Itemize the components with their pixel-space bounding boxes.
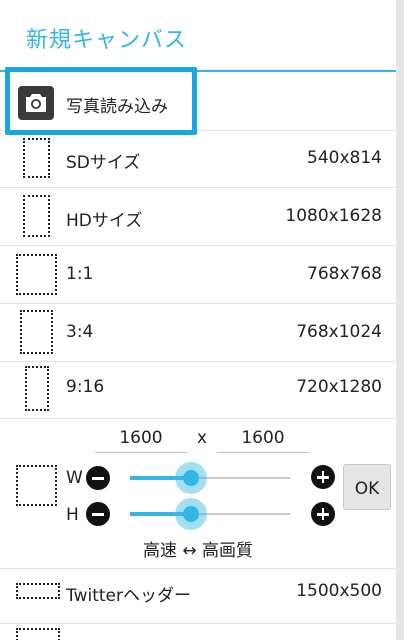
height-slider-thumb[interactable]: [174, 498, 207, 530]
preset-label: 9:16: [66, 377, 105, 397]
new-canvas-dialog: 新規キャンバス 写真読み込み SDサイズ 540x814 HDサイズ 1080x…: [0, 0, 396, 640]
next-row-thumbnail: [16, 628, 60, 640]
preset-thumbnail: [16, 254, 57, 295]
ok-button[interactable]: OK: [343, 464, 391, 510]
width-increase-icon[interactable]: [311, 465, 335, 489]
preset-thumbnail: [23, 195, 50, 237]
preset-label: 3:4: [66, 322, 94, 342]
height-input[interactable]: 1600: [217, 428, 309, 453]
preset-size: 768x768: [307, 264, 382, 284]
background-edge: [396, 0, 404, 640]
height-slider[interactable]: [130, 498, 290, 530]
preset-size: 1500x500: [296, 581, 382, 601]
preset-row-sd[interactable]: SDサイズ 540x814: [0, 130, 396, 188]
preset-row-9-16[interactable]: 9:16 720x1280: [0, 362, 396, 419]
width-slider-label: W: [66, 468, 83, 488]
times-symbol: x: [197, 428, 208, 448]
preset-size: 768x1024: [296, 322, 382, 342]
width-slider-thumb[interactable]: [174, 462, 207, 494]
preset-row-3-4[interactable]: 3:4 768x1024: [0, 304, 396, 362]
preset-size: 540x814: [307, 148, 382, 168]
photo-import-highlight: [5, 67, 197, 135]
preset-size: 1080x1628: [285, 206, 382, 226]
preset-label: Twitterヘッダー: [66, 586, 191, 606]
custom-size-thumbnail: [16, 465, 57, 506]
height-decrease-icon[interactable]: [86, 502, 110, 526]
width-decrease-icon[interactable]: [86, 466, 110, 490]
preset-label: HDサイズ: [66, 211, 143, 231]
speed-quality-label: 高速 ↔ 高画質: [142, 541, 254, 561]
dialog-header: 新規キャンバス: [0, 0, 396, 72]
preset-row-1-1[interactable]: 1:1 768x768: [0, 246, 396, 304]
preset-size: 720x1280: [296, 377, 382, 397]
preset-row-twitter-header[interactable]: Twitterヘッダー 1500x500: [0, 569, 396, 624]
width-input[interactable]: 1600: [95, 428, 187, 453]
preset-thumbnail: [16, 583, 60, 599]
preset-row-hd[interactable]: HDサイズ 1080x1628: [0, 188, 396, 246]
preset-thumbnail: [23, 138, 50, 178]
height-increase-icon[interactable]: [311, 502, 335, 526]
height-slider-label: H: [66, 505, 79, 525]
preset-thumbnail: [25, 366, 49, 411]
preset-thumbnail: [20, 310, 53, 354]
dialog-title: 新規キャンバス: [26, 28, 188, 53]
preset-label: 1:1: [66, 264, 94, 284]
width-slider[interactable]: [130, 462, 290, 494]
preset-label: SDサイズ: [66, 153, 141, 173]
